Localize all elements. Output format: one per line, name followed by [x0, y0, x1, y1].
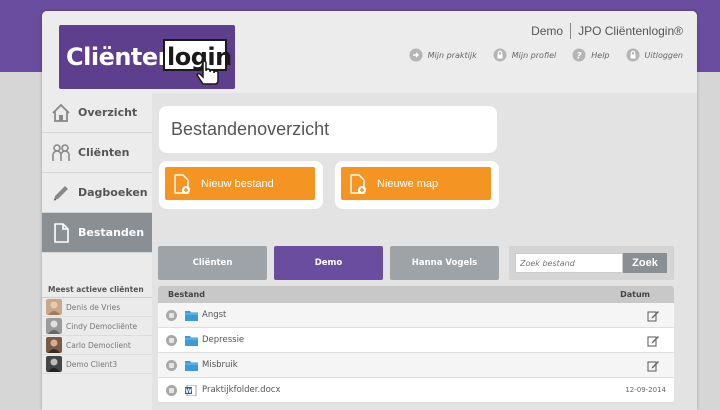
row-label: Misbruik: [202, 360, 238, 370]
home-icon: [52, 103, 70, 122]
new-folder-button[interactable]: Nieuwe map: [341, 167, 491, 200]
login-icon: [409, 48, 423, 62]
avatar: [46, 299, 62, 315]
link-help[interactable]: ? Help: [572, 48, 610, 62]
help-icon: ?: [572, 48, 586, 62]
avatar: [46, 356, 62, 372]
button-label: Nieuwe map: [377, 177, 439, 190]
row-date: 12-09-2014: [625, 386, 666, 394]
new-file-button[interactable]: Nieuw bestand: [165, 167, 315, 200]
edit-icon[interactable]: [626, 334, 666, 347]
delete-icon[interactable]: [166, 359, 177, 371]
logo-text-left: Cliënten: [66, 43, 175, 71]
table-row[interactable]: Misbruik: [158, 353, 674, 378]
column-header-bestand: Bestand: [168, 290, 205, 299]
tab-clienten[interactable]: Cliënten: [158, 246, 267, 280]
link-mijn-praktijk[interactable]: Mijn praktijk: [409, 48, 477, 62]
row-name: Angst: [185, 310, 626, 321]
edit-icon[interactable]: [626, 359, 666, 372]
table-row[interactable]: Depressie: [158, 328, 674, 353]
client-name: Denis de Vries: [66, 302, 121, 312]
client-item[interactable]: Denis de Vries: [42, 298, 152, 317]
folder-icon: [185, 360, 198, 371]
active-clients-title: Meest actieve cliënten: [42, 285, 152, 298]
delete-icon[interactable]: [166, 309, 177, 321]
new-folder-icon: [350, 173, 366, 194]
table-row[interactable]: W Praktijkfolder.docx 12-09-2014: [158, 378, 674, 403]
delete-icon[interactable]: [166, 334, 177, 346]
search-box: Zoek: [509, 246, 674, 280]
pencil-icon: [53, 185, 68, 200]
search-button[interactable]: Zoek: [623, 253, 667, 273]
link-label: Mijn profiel: [511, 50, 557, 60]
svg-text:W: W: [185, 388, 192, 395]
pointer-hand-icon: [196, 60, 219, 85]
table-row[interactable]: Angst: [158, 303, 674, 328]
sidebar-item-label: Dagboeken: [78, 186, 148, 199]
column-header-datum: Datum: [620, 290, 650, 299]
org-name: JPO Cliëntenlogin®: [578, 24, 683, 38]
client-name: Cindy Democliënte: [66, 321, 138, 331]
sidebar-item-label: Overzicht: [78, 106, 138, 119]
logo[interactable]: Cliënten login: [59, 25, 235, 89]
avatar: [46, 337, 62, 353]
new-file-card: Nieuw bestand: [159, 161, 323, 209]
clients-icon: [52, 143, 70, 161]
new-folder-card: Nieuwe map: [335, 161, 499, 209]
button-label: Nieuw bestand: [201, 177, 274, 190]
row-name: Depressie: [185, 335, 626, 346]
table-header: Bestand Datum: [158, 286, 674, 303]
table-body: Angst Depressie Misbruik W Praktijkfolde…: [158, 303, 674, 403]
sidebar-item-clienten[interactable]: Cliënten: [42, 133, 152, 173]
avatar: [46, 318, 62, 334]
link-label: Mijn praktijk: [427, 50, 477, 60]
app-window: Cliënten login Demo JPO Cliëntenlogin® M…: [42, 11, 697, 410]
sidebar-item-overzicht[interactable]: Overzicht: [42, 93, 152, 133]
sidebar: Overzicht Cliënten Dagboeken Bestanden M…: [42, 93, 161, 410]
row-label: Praktijkfolder.docx: [202, 385, 281, 395]
account-info: Demo JPO Cliëntenlogin®: [531, 23, 683, 39]
row-name: Misbruik: [185, 360, 626, 371]
logout-lock-icon: [626, 48, 640, 62]
page-title: Bestandenoverzicht: [159, 106, 497, 153]
edit-icon[interactable]: [626, 309, 666, 322]
delete-icon[interactable]: [166, 384, 177, 396]
file-icon: [54, 222, 69, 243]
client-name: Demo Client3: [66, 359, 118, 369]
new-file-icon: [174, 173, 190, 194]
sidebar-item-dagboeken[interactable]: Dagboeken: [42, 173, 152, 213]
sidebar-item-bestanden[interactable]: Bestanden: [42, 213, 161, 253]
word-document-icon: W: [185, 384, 197, 396]
row-label: Angst: [202, 310, 227, 320]
sidebar-item-label: Cliënten: [78, 146, 130, 159]
link-label: Help: [591, 50, 610, 60]
files-table: Bestand Datum Angst Depressie Misbruik W…: [158, 286, 674, 403]
tab-demo[interactable]: Demo: [274, 246, 383, 280]
link-mijn-profiel[interactable]: Mijn profiel: [493, 48, 557, 62]
folder-icon: [185, 335, 198, 346]
client-item[interactable]: Cindy Democliënte: [42, 317, 152, 336]
header: Cliënten login Demo JPO Cliëntenlogin® M…: [42, 11, 697, 93]
folder-icon: [185, 310, 198, 321]
top-links: Mijn praktijk Mijn profiel ? Help Uitlog…: [409, 48, 683, 62]
main-content: Bestandenoverzicht Nieuw bestand Nieuwe …: [152, 93, 697, 410]
tab-hanna-vogels[interactable]: Hanna Vogels: [390, 246, 499, 280]
divider: [570, 23, 572, 39]
link-uitloggen[interactable]: Uitloggen: [626, 48, 683, 62]
svg-text:?: ?: [577, 52, 582, 62]
row-label: Depressie: [202, 335, 245, 345]
sidebar-item-label: Bestanden: [78, 226, 145, 239]
row-name: W Praktijkfolder.docx: [185, 384, 606, 396]
client-item[interactable]: Demo Client3: [42, 355, 152, 374]
client-item[interactable]: Carlo Democlient: [42, 336, 152, 355]
link-label: Uitloggen: [644, 50, 683, 60]
client-name: Carlo Democlient: [66, 340, 131, 350]
lock-user-icon: [493, 48, 507, 62]
account-name[interactable]: Demo: [531, 24, 563, 38]
search-input[interactable]: [515, 253, 623, 273]
